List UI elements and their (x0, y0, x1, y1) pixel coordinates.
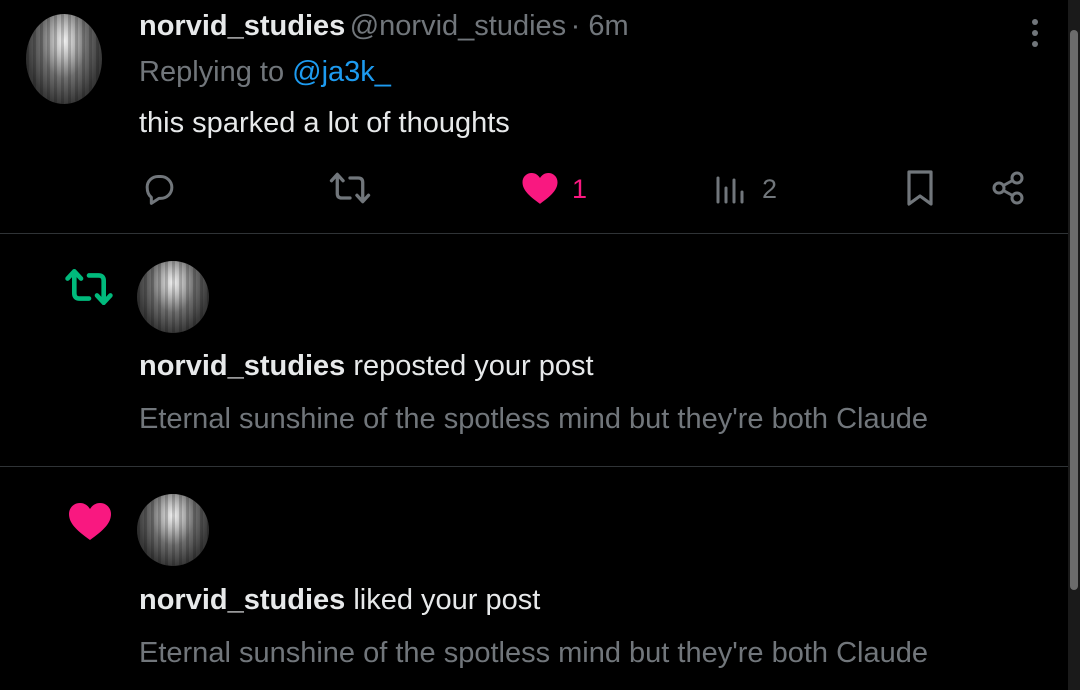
actor-name[interactable]: norvid_studies (139, 584, 345, 616)
tweet-text: this sparked a lot of thoughts (139, 107, 510, 139)
avatar[interactable] (137, 494, 209, 566)
scrollbar-track[interactable] (1068, 0, 1080, 690)
view-count[interactable]: 2 (762, 174, 777, 205)
timestamp[interactable]: · 6m (571, 10, 629, 42)
tweet-header: norvid_studies @norvid_studies · 6m (139, 10, 629, 43)
post-snippet[interactable]: Eternal sunshine of the spotless mind bu… (139, 403, 928, 436)
replying-to-line: Replying to @ja3k_ (139, 56, 391, 89)
repost-icon[interactable] (328, 168, 372, 208)
actor-name[interactable]: norvid_studies (139, 350, 345, 382)
more-icon[interactable] (1018, 14, 1052, 50)
post-snippet[interactable]: Eternal sunshine of the spotless mind bu… (139, 637, 928, 670)
share-icon[interactable] (990, 170, 1026, 206)
views-icon[interactable] (714, 170, 746, 206)
notification-action: liked your post (353, 584, 541, 616)
notification-title[interactable]: norvid_studies reposted your post (139, 350, 594, 383)
user-handle[interactable]: @norvid_studies (350, 10, 566, 42)
divider (0, 466, 1068, 467)
avatar[interactable] (137, 261, 209, 333)
mention-link[interactable]: @ja3k_ (292, 56, 391, 88)
like-count[interactable]: 1 (572, 174, 587, 205)
repost-icon (62, 266, 116, 308)
heart-icon[interactable] (520, 169, 560, 207)
replying-prefix: Replying to (139, 56, 285, 88)
reply-icon[interactable] (138, 168, 178, 208)
scrollbar-thumb[interactable] (1070, 30, 1078, 590)
divider (0, 233, 1068, 234)
display-name[interactable]: norvid_studies (139, 10, 345, 42)
notification-title[interactable]: norvid_studies liked your post (139, 584, 540, 617)
avatar[interactable] (26, 14, 102, 104)
heart-icon (66, 500, 114, 542)
notification-action: reposted your post (353, 350, 594, 382)
bookmark-icon[interactable] (904, 168, 936, 208)
